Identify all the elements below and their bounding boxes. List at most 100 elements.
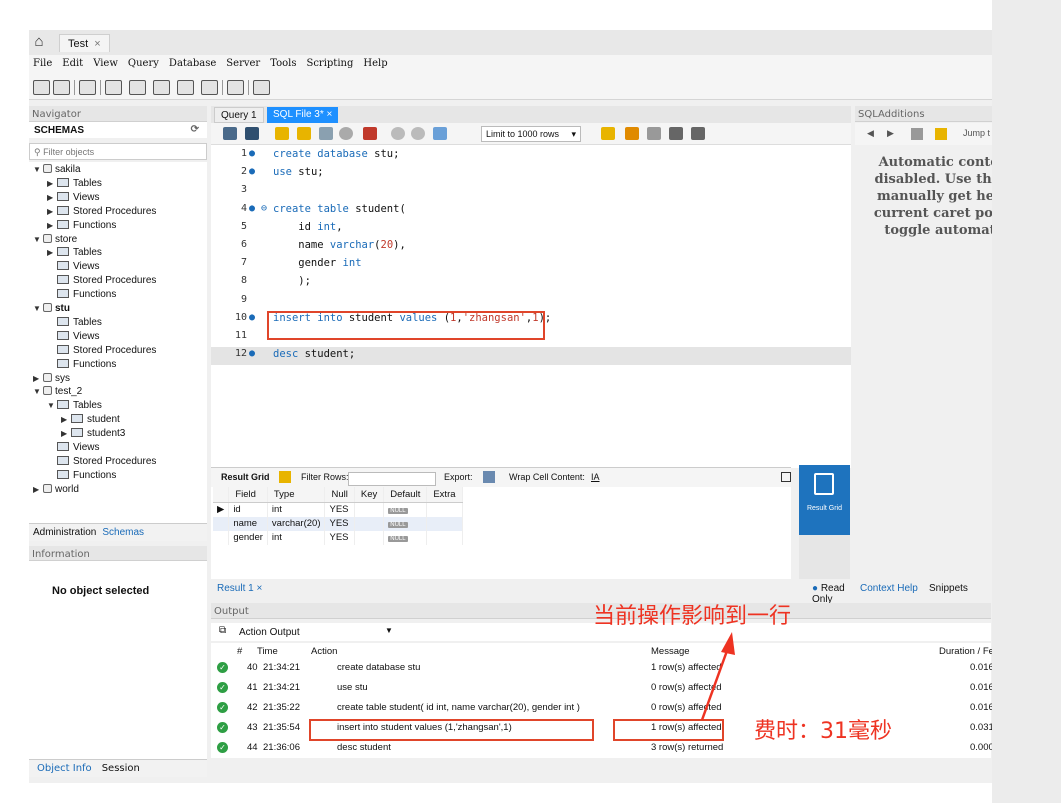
stop-icon[interactable]: [339, 127, 353, 140]
export-icon[interactable]: [483, 471, 495, 483]
create-table-icon[interactable]: [129, 80, 146, 95]
tree-item[interactable]: Functions: [47, 469, 116, 484]
table-cell[interactable]: [354, 502, 385, 517]
tree-item[interactable]: Views: [47, 442, 100, 456]
menu-scripting[interactable]: Scripting: [302, 55, 359, 69]
tree-item[interactable]: ▶ student3: [61, 428, 125, 442]
menu-query[interactable]: Query: [124, 55, 165, 69]
auto-help-icon[interactable]: [935, 128, 947, 140]
open-sql-file-icon[interactable]: [53, 80, 70, 95]
column-header[interactable]: Null: [324, 487, 355, 503]
tab-result-1[interactable]: Result 1 ×: [217, 583, 262, 594]
chevron-down-icon[interactable]: ▼: [385, 626, 393, 635]
column-header[interactable]: Field: [228, 487, 268, 503]
tree-item[interactable]: ▼ sakila: [33, 164, 81, 178]
inspector-icon[interactable]: [79, 80, 96, 95]
toggle-panel-icon[interactable]: [781, 472, 791, 482]
create-procedure-icon[interactable]: [177, 80, 194, 95]
table-row[interactable]: gender int YES NULL: [213, 530, 463, 545]
column-header[interactable]: Extra: [426, 487, 463, 503]
table-cell[interactable]: int: [267, 530, 326, 545]
tree-item[interactable]: ▶ Functions: [47, 219, 116, 234]
tab-object-info[interactable]: Object Info: [37, 763, 92, 774]
expand-arrow-icon[interactable]: ▶: [47, 248, 57, 257]
table-cell[interactable]: NULL: [383, 530, 428, 545]
close-icon[interactable]: ×: [94, 38, 100, 50]
explain-icon[interactable]: [319, 127, 333, 140]
grid-icon[interactable]: [279, 471, 291, 483]
commit-icon[interactable]: [391, 127, 405, 140]
tab-sql-file-3[interactable]: SQL File 3* ×: [267, 107, 339, 123]
table-cell[interactable]: NULL: [383, 516, 428, 531]
menu-view[interactable]: View: [89, 55, 124, 69]
toggle-errors-icon[interactable]: [363, 127, 377, 140]
expand-arrow-icon[interactable]: ▶: [47, 179, 57, 188]
tree-item[interactable]: Functions: [47, 289, 116, 303]
tree-item[interactable]: ▶ student: [61, 414, 120, 428]
beautify-icon[interactable]: [601, 127, 615, 140]
expand-arrow-icon[interactable]: ▼: [47, 401, 57, 410]
invisible-chars-icon[interactable]: [669, 127, 683, 140]
reconnect-icon[interactable]: [253, 80, 270, 95]
open-file-icon[interactable]: [223, 127, 237, 140]
table-row[interactable]: name varchar(20) YES NULL: [213, 516, 463, 531]
table-cell[interactable]: [354, 516, 385, 531]
tree-item[interactable]: ▼ Tables: [47, 400, 102, 414]
tree-item[interactable]: ▼ store: [33, 233, 77, 248]
create-schema-icon[interactable]: [105, 80, 122, 95]
filter-objects-input[interactable]: ⚲ Filter objects: [29, 143, 207, 160]
action-output-select[interactable]: Action Output: [239, 627, 300, 638]
expand-arrow-icon[interactable]: ▶: [33, 485, 43, 494]
tree-item[interactable]: ▶ Tables: [47, 247, 102, 261]
copy-icon[interactable]: ⧉: [219, 625, 226, 636]
limit-rows-select[interactable]: Limit to 1000 rows ▾: [481, 126, 581, 142]
manual-help-icon[interactable]: [911, 128, 923, 140]
column-header[interactable]: Type: [267, 487, 326, 503]
table-cell[interactable]: NULL: [383, 502, 428, 517]
tab-snippets[interactable]: Snippets: [929, 583, 968, 594]
tree-item[interactable]: ▶ sys: [33, 372, 70, 387]
tree-item[interactable]: Functions: [47, 358, 116, 373]
menu-file[interactable]: File: [29, 55, 58, 69]
expand-arrow-icon[interactable]: ▶: [47, 193, 57, 202]
find-icon[interactable]: [625, 127, 639, 140]
tree-item[interactable]: Stored Procedures: [47, 275, 156, 289]
expand-arrow-icon[interactable]: ▼: [33, 165, 43, 174]
table-cell[interactable]: gender: [228, 530, 268, 545]
table-cell[interactable]: id: [228, 502, 268, 517]
tree-item[interactable]: Tables: [47, 316, 102, 331]
filter-rows-input[interactable]: [348, 472, 436, 486]
tree-item[interactable]: ▶ Views: [47, 191, 100, 206]
expand-arrow-icon[interactable]: ▼: [33, 304, 43, 313]
tree-item[interactable]: Stored Procedures: [47, 455, 156, 470]
jump-to-label[interactable]: Jump t: [963, 128, 990, 138]
forward-icon[interactable]: ▶: [887, 128, 894, 139]
menu-tools[interactable]: Tools: [266, 55, 302, 69]
table-cell[interactable]: name: [228, 516, 268, 531]
menu-database[interactable]: Database: [165, 55, 222, 69]
back-icon[interactable]: ◀: [867, 128, 874, 139]
table-cell[interactable]: [426, 502, 463, 517]
tree-item[interactable]: Stored Procedures: [47, 344, 156, 359]
home-icon[interactable]: ⌂: [29, 33, 49, 53]
sql-editor[interactable]: 1 ● create database stu; 2 ● use stu; 3 4 ● ⊖ cre…: [211, 145, 851, 468]
tree-item[interactable]: ▶ world: [33, 483, 79, 498]
table-cell[interactable]: YES: [324, 502, 355, 517]
expand-arrow-icon[interactable]: ▼: [33, 387, 43, 396]
tab-session[interactable]: Session: [102, 763, 140, 774]
output-row[interactable]: ✓ 41 21:34:21 use stu 0 row(s) affected 0.016…: [211, 679, 992, 699]
tab-schemas[interactable]: Schemas: [102, 527, 144, 538]
result-grid[interactable]: Field Type Null Key Default Extra ▶ id int YES NU…: [211, 487, 791, 587]
tab-query-1[interactable]: Query 1: [214, 107, 264, 123]
output-row[interactable]: ✓ 40 21:34:21 create database stu 1 row(s) a…: [211, 659, 992, 679]
close-icon[interactable]: ×: [256, 583, 262, 594]
tree-item[interactable]: Views: [47, 261, 100, 275]
word-wrap-icon[interactable]: [691, 127, 705, 140]
table-cell[interactable]: [426, 530, 463, 545]
expand-arrow-icon[interactable]: ▶: [47, 207, 57, 216]
wrap-icon[interactable]: IA: [591, 472, 600, 482]
search-table-data-icon[interactable]: [227, 80, 244, 95]
column-header[interactable]: Default: [383, 487, 428, 503]
tree-item[interactable]: ▶ Tables: [47, 177, 102, 192]
table-cell[interactable]: varchar(20): [267, 516, 326, 531]
